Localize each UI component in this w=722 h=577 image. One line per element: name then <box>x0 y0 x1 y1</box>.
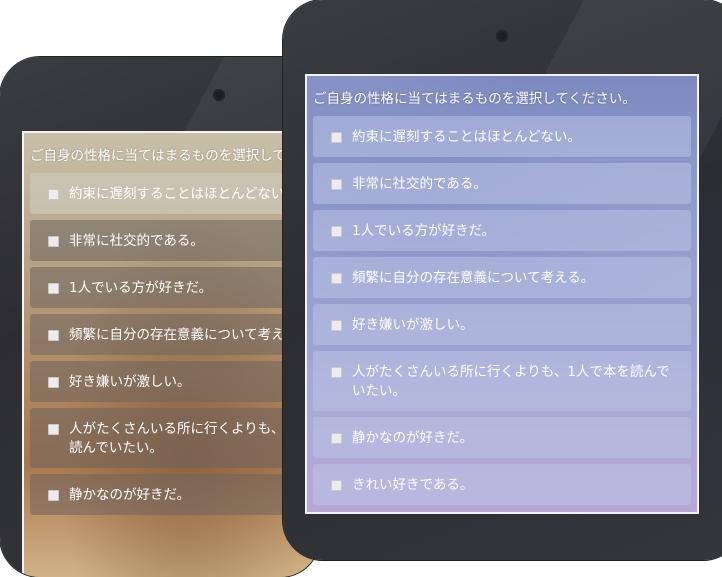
checkbox-icon[interactable] <box>48 490 59 501</box>
option-label: 静かなのが好きだ。 <box>69 487 191 503</box>
checkbox-icon[interactable] <box>331 179 342 190</box>
front-camera-icon <box>496 30 508 42</box>
checkbox-icon[interactable] <box>331 273 342 284</box>
option-item[interactable]: 静かなのが好きだ。 <box>313 417 691 458</box>
option-label: 1人でいる方が好きだ。 <box>69 280 213 296</box>
checkbox-icon[interactable] <box>331 433 342 444</box>
tablet-left: ご自身の性格に当てはまるものを選択してください。 約束に遅刻することはほとんどな… <box>0 57 320 577</box>
option-item[interactable]: 好き嫌いが激しい。 <box>313 304 691 345</box>
checkbox-icon[interactable] <box>48 424 59 435</box>
option-item[interactable]: 好き嫌いが激しい。 <box>30 361 314 402</box>
checkbox-icon[interactable] <box>48 283 59 294</box>
option-item[interactable]: 1人でいる方が好きだ。 <box>30 267 314 308</box>
checkbox-icon[interactable] <box>331 320 342 331</box>
checkbox-icon[interactable] <box>48 236 59 247</box>
checkbox-icon[interactable] <box>48 330 59 341</box>
option-label: 非常に社交的である。 <box>352 176 487 192</box>
option-label: 好き嫌いが激しい。 <box>69 374 191 390</box>
option-item[interactable]: 頻繁に自分の存在意義について考える。 <box>313 257 691 298</box>
option-label: 頻繁に自分の存在意義について考える。 <box>69 327 312 343</box>
options-list: 約束に遅刻することはほとんどない。 非常に社交的である。 1人でいる方が好きだ。… <box>24 173 320 515</box>
option-label: 静かなのが好きだ。 <box>352 430 474 446</box>
checkbox-icon[interactable] <box>48 189 59 200</box>
option-item[interactable]: 人がたくさんいる所に行くよりも、1人で本を読んでいたい。 <box>313 351 691 411</box>
option-label: 約束に遅刻することはほとんどない。 <box>352 129 581 145</box>
option-item[interactable]: 1人でいる方が好きだ。 <box>313 210 691 251</box>
option-item[interactable]: 非常に社交的である。 <box>313 163 691 204</box>
checkbox-icon[interactable] <box>331 367 342 378</box>
option-item[interactable]: きれい好きである。 <box>313 464 691 505</box>
option-label: 頻繁に自分の存在意義について考える。 <box>352 270 595 286</box>
survey-screen-left: ご自身の性格に当てはまるものを選択してください。 約束に遅刻することはほとんどな… <box>22 131 320 577</box>
option-label: 1人でいる方が好きだ。 <box>352 223 496 239</box>
option-label: 好き嫌いが激しい。 <box>352 317 474 333</box>
checkbox-icon[interactable] <box>331 480 342 491</box>
front-camera-icon <box>213 89 225 101</box>
option-item[interactable]: 非常に社交的である。 <box>30 220 314 261</box>
option-label: 非常に社交的である。 <box>69 233 204 249</box>
checkbox-icon[interactable] <box>48 377 59 388</box>
option-item[interactable]: 頻繁に自分の存在意義について考える。 <box>30 314 314 355</box>
question-text: ご自身の性格に当てはまるものを選択してください。 <box>313 91 636 107</box>
survey-screen-right: ご自身の性格に当てはまるものを選択してください。 約束に遅刻することはほとんどな… <box>305 74 699 514</box>
question-text: ご自身の性格に当てはまるものを選択してください。 <box>30 148 320 164</box>
checkbox-icon[interactable] <box>331 132 342 143</box>
option-label: きれい好きである。 <box>352 477 474 493</box>
checkbox-icon[interactable] <box>331 226 342 237</box>
tablet-right: ご自身の性格に当てはまるものを選択してください。 約束に遅刻することはほとんどな… <box>283 0 722 560</box>
option-item[interactable]: 人がたくさんいる所に行くよりも、1人で本を読んでいたい。 <box>30 408 320 468</box>
option-label: 人がたくさんいる所に行くよりも、1人で本を読んでいたい。 <box>352 364 670 399</box>
option-label: 約束に遅刻することはほとんどない。 <box>69 186 298 202</box>
option-item[interactable]: 約束に遅刻することはほとんどない。 <box>30 173 314 214</box>
option-item[interactable]: 約束に遅刻することはほとんどない。 <box>313 116 691 157</box>
options-list: 約束に遅刻することはほとんどない。 非常に社交的である。 1人でいる方が好きだ。… <box>307 116 697 505</box>
